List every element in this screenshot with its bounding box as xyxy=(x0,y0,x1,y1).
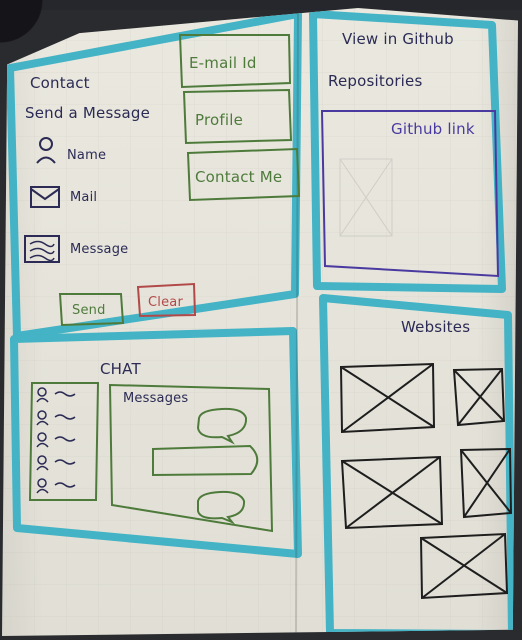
person-body-icon xyxy=(36,420,49,426)
messages-panel xyxy=(108,383,274,533)
person-icon xyxy=(39,137,53,151)
website-preview-4[interactable] xyxy=(459,447,513,519)
image-placeholder-icon xyxy=(419,532,509,600)
send-message-label: Send a Message xyxy=(25,104,150,122)
image-placeholder-icon xyxy=(339,362,436,434)
chat-title: CHAT xyxy=(100,360,141,378)
chat-user-row-1[interactable] xyxy=(36,387,76,403)
chat-users-panel xyxy=(28,382,100,501)
image-placeholder-icon xyxy=(340,455,444,530)
github-frame xyxy=(309,10,506,293)
person-icon xyxy=(37,387,47,397)
github-link[interactable]: Github link xyxy=(391,120,475,138)
long-message-bubble xyxy=(152,444,259,477)
person-icon xyxy=(37,410,47,420)
mail-flap-icon xyxy=(30,188,60,201)
send-button-label: Send xyxy=(72,303,106,318)
email-id-nav[interactable]: E-mail Id xyxy=(178,34,292,89)
website-preview-2[interactable] xyxy=(452,367,506,427)
github-title: View in Github xyxy=(342,30,454,48)
repositories-label: Repositories xyxy=(328,72,423,90)
chat-frame xyxy=(10,327,302,558)
chat-user-row-2[interactable] xyxy=(36,410,76,426)
chat-user-row-5[interactable] xyxy=(36,478,76,494)
user-text-line xyxy=(54,436,76,442)
person-body-icon xyxy=(36,156,56,164)
mail-label: Mail xyxy=(70,190,97,205)
paper-sheet: Contact Send a Message Name Mail Message… xyxy=(2,8,518,636)
message-bubble-2[interactable] xyxy=(152,444,259,477)
wireframe-sketch: Contact Send a Message Name Mail Message… xyxy=(6,10,516,636)
message-bubble-3[interactable] xyxy=(197,490,246,525)
chat-user-row-4[interactable] xyxy=(36,455,76,471)
contact-me-nav[interactable]: Contact Me xyxy=(186,147,301,202)
message-field[interactable]: Message xyxy=(24,235,128,263)
person-icon xyxy=(37,478,47,488)
person-icon xyxy=(37,432,47,442)
sketch-photo: Contact Send a Message Name Mail Message… xyxy=(0,0,522,640)
message-lines-icon xyxy=(29,240,55,262)
person-body-icon xyxy=(36,442,49,448)
name-label: Name xyxy=(67,148,106,163)
person-body-icon xyxy=(36,397,49,403)
person-body-icon xyxy=(36,465,49,471)
user-text-line xyxy=(54,482,76,488)
contact-me-label: Contact Me xyxy=(195,168,282,186)
speech-bubble-icon xyxy=(196,407,248,445)
user-text-line xyxy=(54,414,76,420)
speech-bubble-icon xyxy=(197,490,246,525)
person-icon xyxy=(37,455,47,465)
user-text-line xyxy=(54,391,76,397)
user-text-line xyxy=(54,459,76,465)
websites-title: Websites xyxy=(401,318,470,336)
contact-title: Contact xyxy=(30,74,90,92)
clear-button-label: Clear xyxy=(148,295,183,310)
message-label: Message xyxy=(70,242,128,257)
mail-field[interactable]: Mail xyxy=(30,186,97,208)
name-field[interactable]: Name xyxy=(36,137,106,164)
person-body-icon xyxy=(36,488,49,494)
image-placeholder-icon xyxy=(452,367,506,427)
message-bubble-1[interactable] xyxy=(196,407,248,445)
chat-user-row-3[interactable] xyxy=(36,432,76,448)
profile-nav[interactable]: Profile xyxy=(182,88,293,145)
faint-repo-placeholder xyxy=(339,158,393,237)
profile-label: Profile xyxy=(195,111,243,129)
website-preview-5[interactable] xyxy=(419,532,509,600)
image-placeholder-icon xyxy=(459,447,513,519)
website-preview-3[interactable] xyxy=(340,455,444,530)
chat-user-list[interactable] xyxy=(36,387,76,494)
website-preview-1[interactable] xyxy=(339,362,436,434)
email-id-label: E-mail Id xyxy=(189,54,257,72)
messages-label: Messages xyxy=(123,391,188,406)
mail-icon xyxy=(30,186,60,208)
